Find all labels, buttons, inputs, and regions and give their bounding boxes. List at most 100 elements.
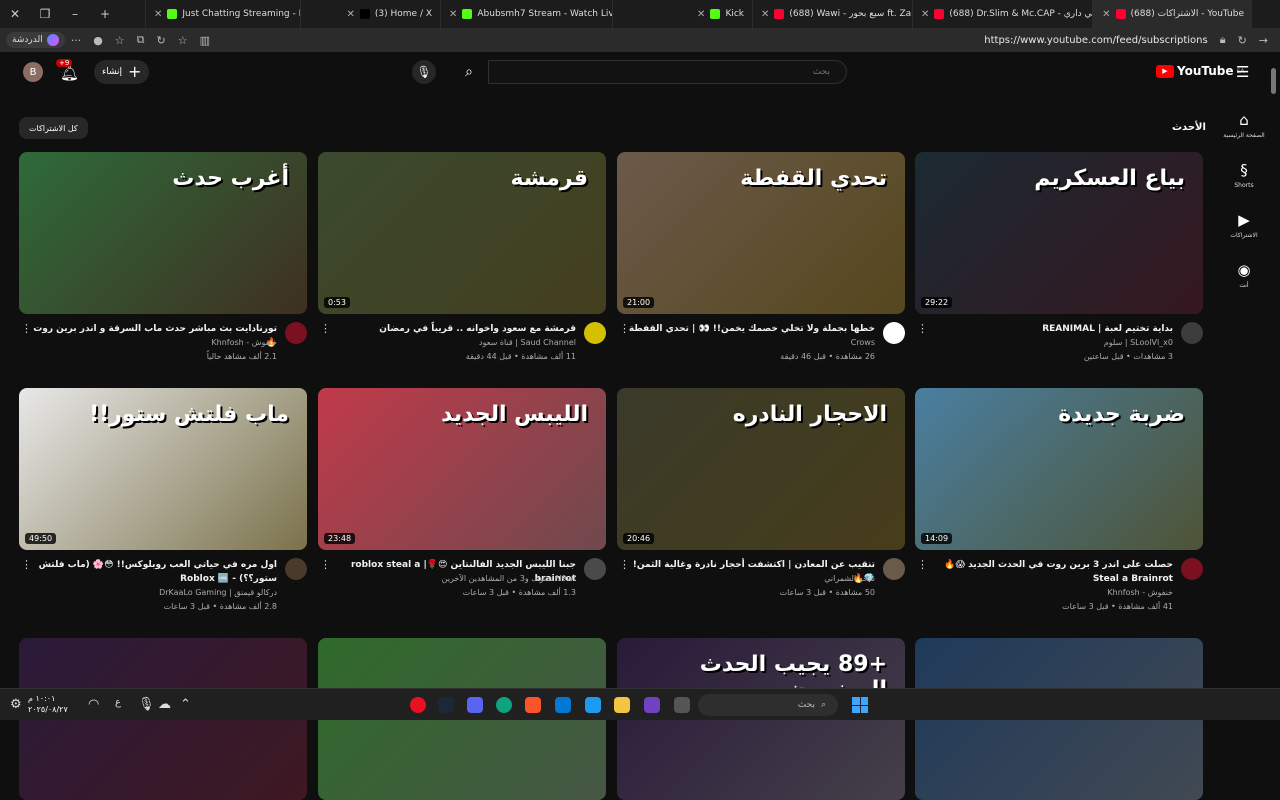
browser-tab[interactable]: ✕ Just Chatting Streaming - Live Stre <box>145 0 300 28</box>
browser-tab[interactable]: ✕ (3) Home / X <box>300 0 440 28</box>
restore-window-icon[interactable]: ❐ <box>30 7 60 21</box>
close-window-icon[interactable]: ✕ <box>0 7 30 21</box>
edge-icon[interactable] <box>496 697 512 713</box>
video-thumbnail[interactable]: قرمشة 0:53 <box>318 152 606 314</box>
browser-tab[interactable]: ✕ (688) الاشتراكات - YouTube <box>1092 0 1252 28</box>
discord-icon[interactable] <box>467 697 483 713</box>
video-card[interactable]: بياع العسكريم 29:22 ⋮ بداية تختيم لعبة | RE… <box>915 152 1203 374</box>
youtube-logo[interactable]: ▶ YouTube SA <box>1156 64 1245 78</box>
channel-name[interactable]: Crows <box>625 338 875 347</box>
profile-chip[interactable]: الدردشة <box>6 32 65 48</box>
language-indicator[interactable]: ع <box>115 697 121 708</box>
account-avatar[interactable]: B <box>23 62 43 82</box>
channel-avatar[interactable] <box>285 558 307 580</box>
notifications-icon[interactable]: 🔔︎ +9 <box>56 59 79 82</box>
video-title[interactable]: خطها بجملة ولا تخلي خصمك يخمن!! 👀 | تحدي… <box>625 322 875 336</box>
channel-avatar[interactable] <box>285 322 307 344</box>
microphone-icon[interactable]: 🎙︎ <box>138 697 155 712</box>
video-thumbnail[interactable]: الاحجار النادره 20:46 <box>617 388 905 550</box>
channel-name[interactable]: Saud Channel | قناة سعود <box>326 338 576 347</box>
video-card[interactable]: ضربة جديدة 14:09 ⋮ حصلت على اندر 3 برين روت… <box>915 388 1203 611</box>
close-tab-icon[interactable]: ✕ <box>921 9 929 20</box>
all-subscriptions-button[interactable]: كل الاشتراكات <box>19 117 88 139</box>
minimize-window-icon[interactable]: – <box>60 7 90 21</box>
page-scrollbar[interactable] <box>1268 52 1280 688</box>
visual-studio-icon[interactable] <box>644 697 660 713</box>
search-icon[interactable]: ⌕ <box>450 60 488 84</box>
close-tab-icon[interactable]: ✕ <box>347 9 355 20</box>
create-button[interactable]: إنشاء + <box>94 60 150 84</box>
video-thumbnail[interactable]: أغرب حدث <box>19 152 307 314</box>
close-tab-icon[interactable]: ✕ <box>697 9 705 20</box>
video-title[interactable]: حصلت على اندر 3 برين روت في الحدث الجديد… <box>923 558 1173 586</box>
close-tab-icon[interactable]: ✕ <box>449 9 457 20</box>
show-hidden-icons[interactable]: ⌃ <box>180 697 191 712</box>
video-card[interactable]: أغرب حدث ⋮ تورنادايت بث مباشر حدث ماب السر… <box>19 152 307 374</box>
store-icon[interactable] <box>585 697 601 713</box>
new-tab-icon[interactable]: + <box>90 7 120 21</box>
video-thumbnail[interactable]: تحدي القفطة 21:00 <box>617 152 905 314</box>
task-view-icon[interactable] <box>674 697 690 713</box>
onedrive-icon[interactable]: ☁︎ <box>158 697 171 712</box>
file-explorer-icon[interactable] <box>614 697 630 713</box>
close-tab-icon[interactable]: ✕ <box>1102 9 1110 20</box>
channel-name[interactable]: دركالو قيمنق | DrKaaLo Gaming <box>27 588 277 597</box>
search-input[interactable] <box>488 60 847 84</box>
sidebar-item[interactable]: ▶ الاشتراكات <box>1222 200 1266 250</box>
channel-avatar[interactable] <box>584 322 606 344</box>
voice-search-icon[interactable]: 🎙︎ <box>412 60 436 84</box>
video-card[interactable]: الاحجار النادره 20:46 ⋮ تنقيب عن المعادن | … <box>617 388 905 610</box>
video-card[interactable]: ماب فلتش ستور!! 49:50 ⋮ اول مره في حياتي ال… <box>19 388 307 611</box>
split-screen-icon[interactable]: ▥ <box>200 34 210 47</box>
hamburger-menu-icon[interactable]: ☰ <box>1236 63 1249 81</box>
video-card[interactable]: تحدي القفطة 21:00 ⋮ خطها بجملة ولا تخلي خصم… <box>617 152 905 374</box>
video-thumbnail[interactable]: بياع العسكريم 29:22 <box>915 152 1203 314</box>
browser-tab[interactable]: ✕ (688) Wawi - سبع بحور ft. Zaid0on <box>752 0 912 28</box>
video-thumbnail[interactable]: الليبس الجديد 23:48 <box>318 388 606 550</box>
steam-icon[interactable] <box>438 697 454 713</box>
close-tab-icon[interactable]: ✕ <box>154 9 162 20</box>
start-menu-icon[interactable] <box>852 697 868 713</box>
channel-avatar[interactable] <box>1181 558 1203 580</box>
url-field[interactable]: https://www.youtube.com/feed/subscriptio… <box>984 35 1207 46</box>
sidebar-item[interactable]: ◉ أنت <box>1222 250 1266 300</box>
browser-tab[interactable]: ✕ Abubsmh7 Stream - Watch Live on <box>440 0 612 28</box>
scrollbar-thumb[interactable] <box>1271 68 1276 94</box>
video-thumbnail[interactable]: ماب فلتش ستور!! 49:50 <box>19 388 307 550</box>
add-favorite-icon[interactable]: ☆ <box>178 34 188 47</box>
wifi-icon[interactable]: ◠ <box>88 697 99 712</box>
channel-avatar[interactable] <box>1181 322 1203 344</box>
channel-avatar[interactable] <box>883 322 905 344</box>
channel-name[interactable]: خنفوش - Khnfosh <box>923 588 1173 597</box>
taskbar-clock[interactable]: ١٠:٠١ م ٢٠٢٥/٠٨/٢٧ <box>28 693 68 715</box>
mail-icon[interactable] <box>555 697 571 713</box>
video-card[interactable]: الليبس الجديد 23:48 ⋮ جبنا الليبس الجديد ال… <box>318 388 606 610</box>
channel-name[interactable]: N9wf نسوف و3 من المشاهدين الآخرين <box>326 574 576 583</box>
sidebar-item[interactable]: ⌂ الصفحة الرئيسية <box>1222 100 1266 150</box>
profile-avatar-icon[interactable]: ● <box>93 34 103 47</box>
channel-avatar[interactable] <box>584 558 606 580</box>
favorites-icon[interactable]: ☆ <box>115 34 125 47</box>
brave-icon[interactable] <box>525 697 541 713</box>
video-title[interactable]: قرمشة مع سعود واخوانه .. قريباً في رمضان <box>326 322 576 336</box>
record-app-icon[interactable] <box>410 697 426 713</box>
reload-icon[interactable]: ↻ <box>1238 34 1247 47</box>
video-card[interactable]: قرمشة 0:53 ⋮ قرمشة مع سعود واخوانه .. قريبا… <box>318 152 606 374</box>
browser-tab[interactable]: ✕ Kick <box>612 0 752 28</box>
taskbar-search[interactable]: بحث ⌕ <box>698 694 838 716</box>
sidebar-item[interactable]: § Shorts <box>1222 150 1266 200</box>
browser-tab[interactable]: ✕ (688) Dr.Slim & Mc.CAP - ياني داري <box>912 0 1092 28</box>
channel-avatar[interactable] <box>883 558 905 580</box>
channel-name[interactable]: سحر الشمراني <box>625 574 875 583</box>
more-icon[interactable]: ··· <box>71 34 82 47</box>
video-thumbnail[interactable]: ضربة جديدة 14:09 <box>915 388 1203 550</box>
extensions-icon[interactable]: ⧉ <box>137 33 145 47</box>
settings-icon[interactable]: ⚙︎ <box>10 697 22 712</box>
channel-name[interactable]: خنفوش - Khnfosh <box>27 338 277 347</box>
channel-name[interactable]: SLoolVl_x0 | سلوم <box>923 338 1173 347</box>
video-title[interactable]: بداية تختيم لعبة | REANIMAL <box>923 322 1173 336</box>
close-tab-icon[interactable]: ✕ <box>761 9 769 20</box>
refresh-icon[interactable]: ↻ <box>157 34 166 47</box>
forward-icon[interactable]: → <box>1259 34 1268 47</box>
video-title[interactable]: اول مره في حياتي العب روبلوكس!! 😳🌸 (ماب … <box>27 558 277 586</box>
